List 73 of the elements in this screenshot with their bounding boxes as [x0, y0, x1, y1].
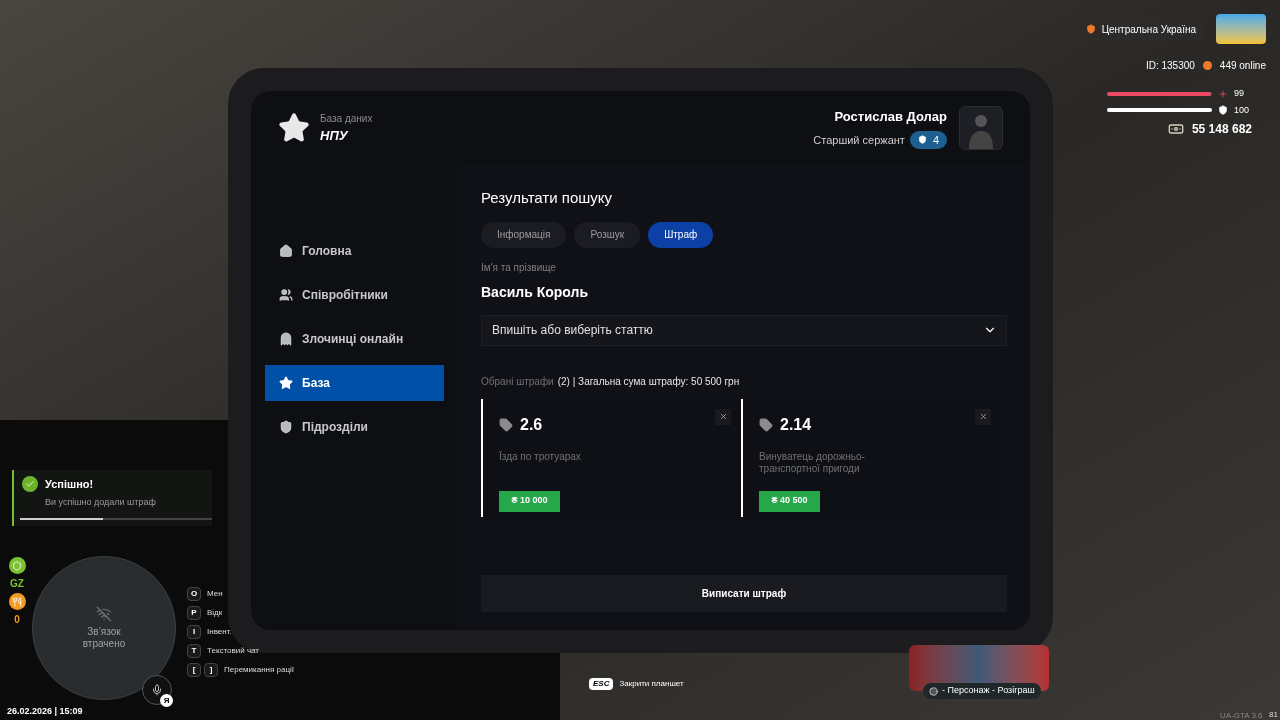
- nav-item[interactable]: Співробітники: [265, 277, 444, 313]
- money-amount: 55 148 682: [1191, 121, 1252, 138]
- page-title: Результати пошуку: [481, 188, 613, 208]
- fine-code: 2.14: [780, 414, 812, 435]
- article-select[interactable]: Впишіть або виберіть статтю: [481, 314, 1007, 346]
- person-name: Василь Король: [481, 282, 590, 302]
- status-value: 0: [14, 613, 20, 627]
- health-reading: 99: [1234, 87, 1245, 100]
- home-icon: [279, 244, 293, 258]
- remove-button[interactable]: [715, 408, 731, 425]
- notification-message: Ви успішно додали штраф: [45, 495, 157, 509]
- money-icon: [1167, 121, 1184, 137]
- key-hint-label: Перемикання рації: [224, 664, 295, 676]
- version-label: UA-GTA 3.6: [1220, 710, 1263, 720]
- user-name: Ростислав Долар: [834, 108, 947, 126]
- fps-counter: 81: [1269, 709, 1278, 720]
- key-cap: I: [187, 625, 201, 639]
- tab[interactable]: Інформація: [481, 221, 567, 248]
- nav-item[interactable]: Головна: [265, 233, 444, 269]
- tab[interactable]: Розшук: [574, 221, 641, 248]
- player-id: ID: 135300: [1145, 59, 1195, 73]
- minimap-message: Зв’язок втрачено: [81, 626, 127, 650]
- tab[interactable]: Штраф: [648, 221, 714, 248]
- user-avatar: [959, 106, 1003, 150]
- summary-total: (2) | Загальна сума штрафу: 50 500 грн: [557, 374, 740, 389]
- fine-amount: ₴ 40 500: [759, 490, 820, 512]
- tag-icon: [759, 417, 773, 432]
- summary-label: Обрані штрафи: [481, 374, 554, 389]
- circle-icon: [929, 686, 938, 696]
- shield-icon: [1085, 24, 1096, 34]
- fine-code: 2.6: [520, 414, 543, 435]
- star-icon: [279, 376, 293, 390]
- person-label: Ім'я та прізвище: [481, 260, 557, 275]
- status-value: GZ: [10, 577, 24, 591]
- key-hint-label: Мен: [207, 588, 223, 600]
- users-icon: [279, 288, 293, 302]
- close-icon: [718, 412, 728, 421]
- promo-hint: - Персонаж - Розіграш: [923, 683, 1041, 699]
- key-cap: ESC: [589, 678, 614, 690]
- key-hint-label: Інвент.: [207, 626, 232, 638]
- key-cap: O: [187, 587, 201, 601]
- shield-icon: [1218, 105, 1228, 116]
- app-subtitle: База даних: [320, 111, 373, 126]
- date-time: 26.02.2026 | 15:09: [7, 705, 83, 718]
- fine-description: Їзда по тротуарах: [499, 450, 582, 464]
- key-hint-label: Відк: [207, 607, 223, 619]
- wifi-off-icon: [96, 606, 112, 622]
- key-cap: T: [187, 644, 201, 658]
- close-hint-label: Закрити планшет: [619, 678, 684, 690]
- plus-icon: [1218, 88, 1228, 99]
- nav-item[interactable]: Підрозділи: [265, 409, 444, 445]
- key-cap: [: [187, 663, 201, 677]
- issue-fine-button[interactable]: Виписати штраф: [481, 575, 1007, 612]
- app-title: НПУ: [320, 126, 349, 145]
- tag-icon: [499, 417, 513, 432]
- key-hint-label: Текстовий чат: [207, 645, 259, 657]
- online-count: 449 online: [1219, 59, 1266, 73]
- microphone-icon: [151, 684, 163, 696]
- fine-description: Винуватець дорожньо-транспортної пригоди: [759, 450, 866, 476]
- game-logo: [1216, 14, 1266, 44]
- armor-reading: 100: [1234, 103, 1251, 117]
- nav-item[interactable]: Злочинці онлайн: [265, 321, 444, 357]
- notification-title: Успішно!: [45, 477, 94, 492]
- fine-amount: ₴ 10 000: [499, 490, 560, 512]
- nav-item[interactable]: База: [265, 365, 444, 401]
- key-cap: ]: [204, 663, 218, 677]
- remove-button[interactable]: [975, 408, 991, 425]
- user-rank: Старший сержант: [813, 132, 905, 148]
- close-icon: [978, 412, 988, 421]
- rank-level-badge: 4: [909, 130, 947, 149]
- check-icon: [22, 476, 38, 493]
- shield-icon: [279, 420, 293, 434]
- key-cap: P: [187, 606, 201, 620]
